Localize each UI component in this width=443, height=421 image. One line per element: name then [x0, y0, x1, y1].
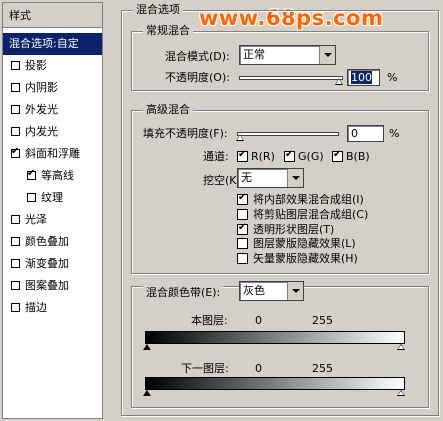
chevron-down-icon[interactable]: [319, 46, 335, 64]
blend-mode-select[interactable]: 正常: [239, 45, 336, 65]
style-item-inner-glow[interactable]: 内发光: [3, 121, 102, 143]
opacity-unit: %: [387, 71, 398, 84]
option-checkbox[interactable]: [237, 192, 248, 205]
style-item-stroke[interactable]: 描边: [3, 297, 102, 319]
style-checkbox[interactable]: [27, 168, 36, 180]
styles-header: 样式: [3, 3, 102, 28]
fill-opacity-input[interactable]: 0: [347, 125, 384, 142]
opacity-label: 不透明度(O):: [165, 71, 230, 84]
style-item-label: 图案叠加: [25, 279, 69, 292]
style-item-inner-shadow[interactable]: 内阴影: [3, 77, 102, 99]
option-checkbox[interactable]: [237, 209, 248, 220]
knockout-value: 无: [241, 171, 252, 184]
this-layer-gradient-bar: [145, 331, 405, 344]
channel-g-checkbox[interactable]: [284, 149, 295, 162]
channel-g-label: G(G): [298, 150, 324, 163]
style-item-label: 斜面和浮雕: [25, 147, 80, 160]
underlying-layer-white-slider[interactable]: [397, 390, 405, 396]
style-item-label: 描边: [25, 301, 47, 314]
opacity-input[interactable]: 100: [347, 69, 380, 86]
style-item-gradient-overlay[interactable]: 渐变叠加: [3, 253, 102, 275]
opacity-value: 100: [351, 71, 372, 84]
blend-if-select[interactable]: 灰色: [239, 281, 304, 301]
chevron-down-icon[interactable]: [287, 169, 303, 187]
style-item-blending-options[interactable]: 混合选项:自定: [3, 33, 102, 55]
option-label: 透明形状图层(T): [253, 223, 335, 236]
this-layer-min-value: 0: [255, 314, 262, 327]
channel-b-checkbox[interactable]: [332, 149, 343, 162]
style-item-label: 内阴影: [25, 81, 58, 94]
style-item-label: 外发光: [25, 103, 58, 116]
option-label: 将内部效果混合成组(I): [253, 193, 364, 206]
chevron-down-icon[interactable]: [287, 282, 303, 300]
style-checkbox[interactable]: [11, 259, 20, 268]
style-item-bevel-emboss[interactable]: 斜面和浮雕: [3, 143, 102, 165]
style-item-pattern-overlay[interactable]: 图案叠加: [3, 275, 102, 297]
style-checkbox[interactable]: [11, 303, 20, 312]
underlying-layer-label: 下一图层:: [181, 362, 229, 375]
this-layer-label: 本图层:: [191, 314, 228, 327]
style-checkbox[interactable]: [27, 193, 36, 202]
fill-opacity-slider-thumb[interactable]: [236, 134, 244, 141]
style-item-texture[interactable]: 纹理: [3, 187, 102, 209]
style-item-label: 等高线: [41, 169, 74, 182]
channel-b-label: B(B): [346, 150, 370, 163]
underlying-layer-min-value: 0: [255, 362, 262, 375]
style-item-label: 混合选项:自定: [9, 37, 79, 50]
blend-mode-value: 正常: [243, 48, 265, 61]
this-layer-black-slider[interactable]: [143, 344, 151, 350]
style-item-label: 渐变叠加: [25, 257, 69, 270]
option-label: 将剪贴图层混合成组(C): [253, 208, 369, 221]
fill-opacity-value: 0: [351, 127, 358, 140]
style-item-label: 投影: [25, 59, 47, 72]
blending-options-title: 混合选项: [133, 3, 183, 17]
style-checkbox[interactable]: [11, 215, 20, 224]
style-item-drop-shadow[interactable]: 投影: [3, 55, 102, 77]
style-item-label: 纹理: [41, 191, 63, 204]
channel-r-label: R(R): [251, 150, 275, 163]
option-checkbox[interactable]: [237, 238, 248, 249]
style-item-satin[interactable]: 光泽: [3, 209, 102, 231]
option-checkbox[interactable]: [237, 253, 248, 264]
style-checkbox[interactable]: [11, 83, 20, 92]
style-item-color-overlay[interactable]: 颜色叠加: [3, 231, 102, 253]
advanced-blending-title: 高级混合: [143, 103, 193, 117]
fill-opacity-unit: %: [389, 127, 400, 140]
style-checkbox[interactable]: [11, 61, 20, 70]
option-label: 图层蒙版隐藏效果(L): [253, 237, 356, 250]
blend-if-label: 混合颜色带(E):: [143, 286, 224, 300]
fill-opacity-slider-track[interactable]: [237, 132, 339, 136]
style-item-outer-glow[interactable]: 外发光: [3, 99, 102, 121]
style-checkbox[interactable]: [11, 146, 20, 158]
underlying-layer-black-slider[interactable]: [143, 390, 151, 396]
style-item-label: 颜色叠加: [25, 235, 69, 248]
channel-r-checkbox[interactable]: [237, 149, 248, 162]
knockout-select[interactable]: 无: [237, 168, 304, 188]
style-item-contour[interactable]: 等高线: [3, 165, 102, 187]
underlying-layer-gradient-bar: [145, 377, 405, 390]
style-checkbox[interactable]: [11, 105, 20, 114]
this-layer-white-slider[interactable]: [397, 344, 405, 350]
fill-opacity-label: 填充不透明度(F):: [143, 127, 228, 140]
style-item-label: 光泽: [25, 213, 47, 226]
general-blending-title: 常规混合: [143, 24, 193, 38]
blend-mode-label: 混合模式(D):: [165, 50, 230, 63]
opacity-slider-track[interactable]: [239, 76, 343, 80]
style-checkbox[interactable]: [11, 127, 20, 136]
underlying-layer-max-value: 255: [312, 362, 333, 375]
opacity-slider-thumb[interactable]: [335, 78, 343, 85]
styles-list-panel: 样式 混合选项:自定 投影 内阴影 外发光 内发光 斜面和浮雕 等高线 纹理 光…: [2, 2, 103, 419]
blend-if-value: 灰色: [243, 284, 265, 297]
option-label: 矢量蒙版隐藏效果(H): [253, 252, 358, 265]
this-layer-max-value: 255: [312, 314, 333, 327]
style-checkbox[interactable]: [11, 237, 20, 246]
channels-label: 通道:: [203, 150, 229, 163]
style-checkbox[interactable]: [11, 281, 20, 290]
style-item-label: 内发光: [25, 125, 58, 138]
option-checkbox[interactable]: [237, 222, 248, 235]
